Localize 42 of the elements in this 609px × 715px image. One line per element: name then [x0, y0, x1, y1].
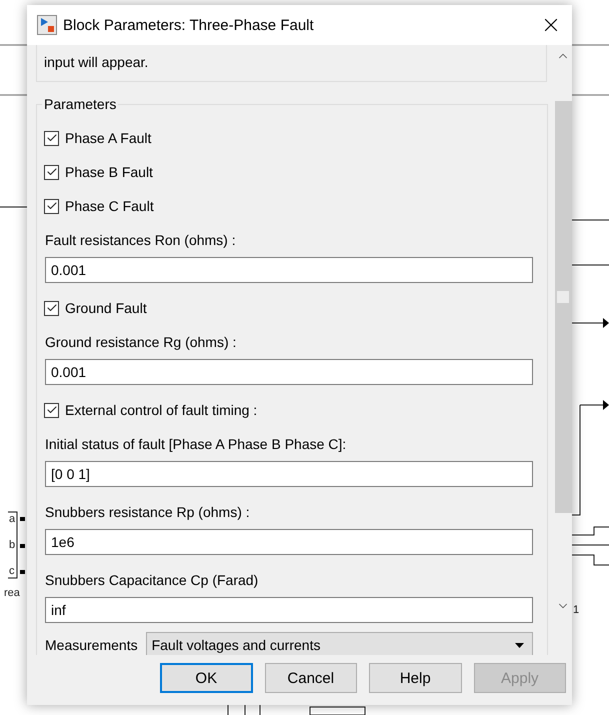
field-label: Snubbers Capacitance Cp (Farad)	[45, 572, 258, 588]
checkbox-label: Phase C Fault	[65, 198, 154, 214]
group-title: Parameters	[43, 95, 118, 113]
dropdown[interactable]: Fault voltages and currents	[146, 632, 533, 655]
field-label: Measurements	[45, 637, 138, 653]
input-field[interactable]: 0.001	[45, 359, 533, 385]
checkbox-label: Phase B Fault	[65, 164, 153, 180]
checkbox[interactable]	[44, 300, 59, 316]
window-title: Block Parameters: Three-Phase Fault	[63, 16, 315, 34]
check-icon	[46, 200, 58, 212]
scrollbar[interactable]	[554, 45, 572, 655]
dialog-button[interactable]: Cancel	[264, 663, 358, 693]
dialog-button[interactable]: OK	[160, 663, 253, 693]
field-label: Snubbers resistance Rp (ohms) :	[45, 504, 250, 520]
field-label: Initial status of fault [Phase A Phase B Phase C]:	[45, 436, 346, 452]
check-icon	[46, 302, 58, 314]
checkbox[interactable]	[44, 164, 59, 180]
checkbox-label: Ground Fault	[65, 300, 147, 316]
check-icon	[46, 166, 58, 178]
input-field[interactable]: 0.001	[45, 257, 533, 283]
input-field[interactable]: 1e6	[45, 529, 533, 555]
port-label: b	[9, 539, 16, 551]
signal-label: 1	[573, 604, 580, 616]
port-label: a	[9, 513, 16, 525]
block-icon	[37, 15, 57, 35]
check-icon	[46, 404, 58, 416]
input-field[interactable]: inf	[45, 597, 533, 623]
field-label: Fault resistances Ron (ohms) :	[45, 232, 236, 248]
port-label: c	[9, 565, 14, 577]
checkbox-label: External control of fault timing :	[65, 402, 258, 418]
scroll-thumb[interactable]	[554, 101, 572, 513]
block-label: rea	[4, 587, 20, 599]
checkbox[interactable]	[44, 198, 59, 214]
field-label: Ground resistance Rg (ohms) :	[45, 334, 236, 350]
dialog-button[interactable]: Help	[369, 663, 462, 693]
checkbox[interactable]	[44, 402, 59, 418]
input-field[interactable]: [0 0 1]	[45, 461, 533, 487]
description-text: input will appear.	[44, 53, 150, 72]
checkbox-label: Phase A Fault	[65, 130, 152, 146]
checkbox[interactable]	[44, 130, 59, 146]
check-icon	[46, 132, 58, 144]
caret-icon	[515, 642, 524, 648]
